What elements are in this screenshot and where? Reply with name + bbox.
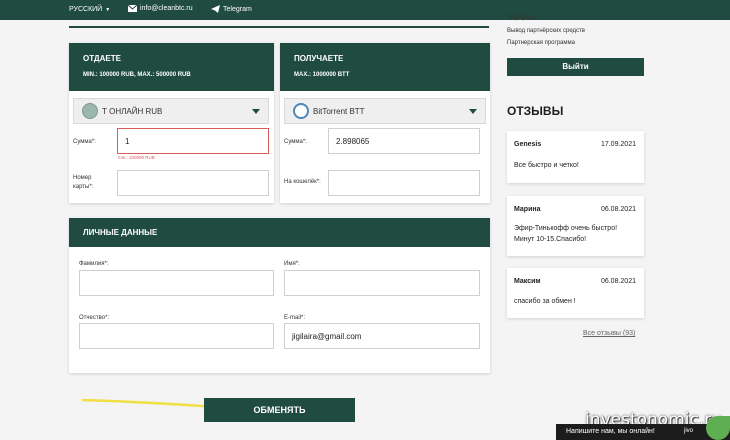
review-card: Марина 06.08.2021 Эфир-Тинькофф очень бы… (507, 196, 644, 256)
email-text: info@cleanbtc.ru (140, 5, 193, 12)
patronymic-input[interactable] (79, 323, 274, 349)
mail-icon (128, 5, 137, 12)
wallet-label: На кошелёк*: (284, 179, 321, 185)
logout-button[interactable]: Выйти (507, 58, 644, 76)
get-amount-label: Сумма*: (284, 139, 307, 145)
review-card: Genesis 17.09.2021 Все быстро и четко! (507, 131, 644, 183)
get-panel: ПОЛУЧАЕТЕ MAX.: 1000000 BTT BitTorrent B… (280, 43, 490, 203)
give-currency-label: Т ОНЛАЙН RUB (102, 106, 163, 116)
give-amount-input[interactable]: 1 (117, 128, 269, 154)
personal-title: ЛИЧНЫЕ ДАННЫЕ (83, 228, 158, 237)
dropdown-arrow-icon (469, 109, 477, 114)
review-author: Марина (514, 206, 541, 213)
divider (69, 26, 489, 28)
wallet-input[interactable] (328, 170, 480, 196)
name-input[interactable] (284, 270, 480, 296)
get-title: ПОЛУЧАЕТЕ (294, 54, 344, 63)
review-text: Эфир-Тинькофф очень быстро! Минут 10-15.… (514, 225, 618, 243)
surname-label: Фамилия*: (79, 261, 109, 267)
telegram-link[interactable]: Telegram (211, 5, 252, 13)
email-link[interactable]: info@cleanbtc.ru (128, 5, 193, 12)
chat-text: Напишите нам, мы онлайн! (566, 428, 655, 435)
chat-widget[interactable]: Напишите нам, мы онлайн! jivo (556, 416, 730, 440)
give-amount-error: min.: 100000 RUB (118, 155, 155, 160)
get-header: ПОЛУЧАЕТЕ MAX.: 1000000 BTT (280, 43, 490, 91)
dropdown-arrow-icon (252, 109, 260, 114)
top-bar: РУССКИЙ ▼ info@cleanbtc.ru Telegram (0, 0, 730, 20)
review-card: Максим 06.08.2021 спасибо за обмен ! (507, 268, 644, 318)
chat-leaf-icon (706, 416, 730, 440)
card-number-label: Номер карты*: (73, 175, 94, 190)
patronymic-label: Отчество*: (79, 315, 110, 321)
email-input[interactable]: jigilaira@gmail.com (284, 323, 480, 349)
language-label: РУССКИЙ (69, 6, 103, 13)
get-amount-input[interactable]: 2.898065 (328, 128, 480, 154)
give-header: ОТДАЕТЕ MIN.: 100000 RUB, MAX.: 500000 R… (69, 43, 274, 91)
reviews-title: ОТЗЫВЫ (507, 104, 564, 118)
get-limits: MAX.: 1000000 BTT (294, 72, 350, 78)
surname-input[interactable] (79, 270, 274, 296)
sidebar-link-referrals[interactable]: Рефералы (507, 15, 537, 21)
review-text: Все быстро и четко! (514, 162, 579, 169)
get-currency-label: BitTorrent BTT (313, 106, 365, 116)
card-number-input[interactable] (117, 170, 269, 196)
name-label: Имя*: (284, 261, 300, 267)
personal-data-panel: ЛИЧНЫЕ ДАННЫЕ Фамилия*: Имя*: Отчество*:… (69, 218, 490, 373)
email-label: E-mail*: (284, 315, 306, 321)
give-amount-label: Сумма*: (73, 139, 96, 145)
all-reviews-link[interactable]: Все отзывы (93) (583, 330, 635, 337)
personal-header: ЛИЧНЫЕ ДАННЫЕ (69, 218, 490, 247)
give-currency-select[interactable]: Т ОНЛАЙН RUB (73, 98, 269, 124)
sidebar-link-partner-withdrawal[interactable]: Вывод партнёрских средств (507, 28, 585, 34)
sidebar-link-partner-program[interactable]: Партнерская программа (507, 40, 575, 46)
bittorrent-coin-icon (293, 103, 309, 119)
review-date: 06.08.2021 (600, 278, 636, 285)
exchange-button[interactable]: ОБМЕНЯТЬ (204, 398, 355, 422)
give-limits: MIN.: 100000 RUB, MAX.: 500000 RUB (83, 72, 191, 78)
telegram-icon (211, 5, 220, 13)
telegram-text: Telegram (223, 5, 252, 13)
review-author: Максим (514, 278, 541, 285)
review-text: спасибо за обмен ! (514, 298, 576, 305)
review-date: 06.08.2021 (600, 206, 636, 213)
language-selector[interactable]: РУССКИЙ ▼ (69, 6, 110, 13)
tinkoff-coin-icon (82, 103, 98, 119)
review-date: 17.09.2021 (600, 141, 636, 148)
get-currency-select[interactable]: BitTorrent BTT (284, 98, 486, 124)
review-author: Genesis (514, 141, 542, 148)
chat-logo: jivo (684, 428, 694, 434)
chevron-down-icon: ▼ (105, 6, 111, 13)
give-title: ОТДАЕТЕ (83, 54, 121, 63)
give-panel: ОТДАЕТЕ MIN.: 100000 RUB, MAX.: 500000 R… (69, 43, 274, 203)
